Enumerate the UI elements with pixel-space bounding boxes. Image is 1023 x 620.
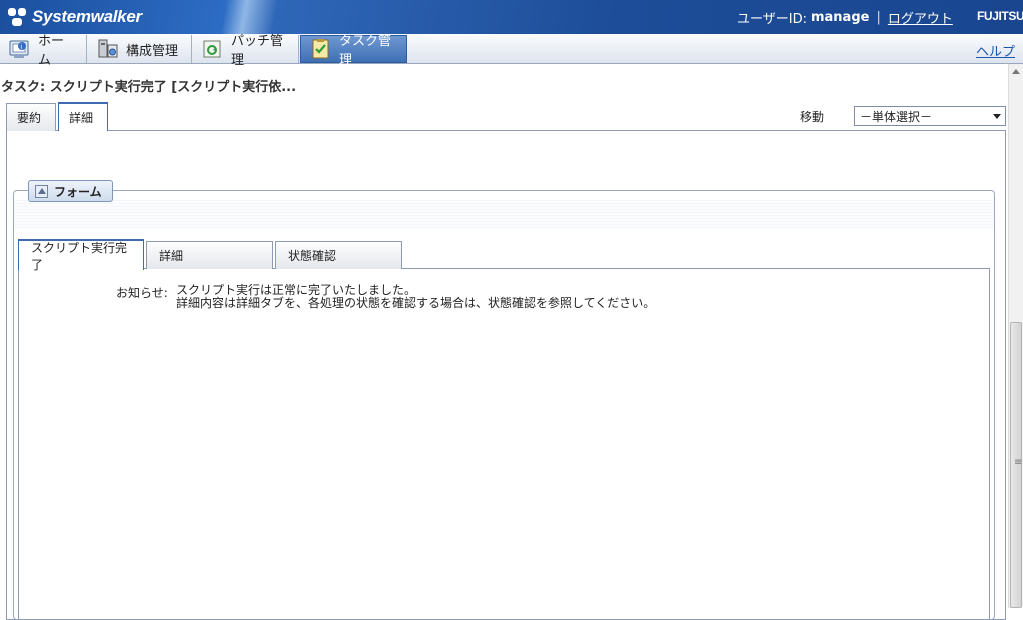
- notice-message: スクリプト実行は正常に完了いたしました。 詳細内容は詳細タブを、各処理の状態を確…: [176, 284, 655, 310]
- tab-script-complete[interactable]: スクリプト実行完了: [18, 239, 144, 272]
- fujitsu-logo: FUJITSU: [977, 9, 1023, 23]
- tab-label: 要約: [17, 111, 42, 125]
- app-header: Systemwalker ユーザーID: manage | ログアウト FUJI…: [0, 0, 1023, 34]
- chevron-down-icon: [993, 114, 1001, 119]
- brand-name: Systemwalker: [32, 7, 142, 26]
- notice-label: お知らせ:: [116, 286, 168, 300]
- nav-item-label: 構成管理: [126, 43, 179, 59]
- brand-logo: Systemwalker: [8, 6, 142, 28]
- tab-form-detail[interactable]: 詳細: [146, 241, 273, 269]
- logout-link[interactable]: ログアウト: [888, 8, 953, 27]
- form-collapse-button[interactable]: フォーム: [28, 180, 113, 202]
- header-separator: |: [876, 10, 881, 25]
- nav-item-label: ホーム: [38, 34, 65, 68]
- tab-label: 詳細: [69, 111, 94, 125]
- user-id-value: manage: [810, 10, 870, 25]
- collapse-up-icon: [35, 184, 48, 198]
- tab-label: 状態確認: [288, 249, 337, 263]
- move-select[interactable]: －単体選択－: [854, 106, 1006, 126]
- home-icon: i: [8, 38, 32, 60]
- notice-line: 詳細内容は詳細タブを、各処理の状態を確認する場合は、状態確認を参照してください。: [176, 296, 656, 310]
- page-title: タスク: スクリプト実行完了 [スクリプト実行依...: [1, 80, 297, 95]
- nav-item-patch[interactable]: パッチ管理: [193, 34, 299, 68]
- nav-item-label: パッチ管理: [231, 34, 284, 68]
- move-label: 移動: [800, 110, 825, 124]
- tab-status-check[interactable]: 状態確認: [275, 241, 402, 269]
- form-legend-label: フォーム: [54, 184, 102, 199]
- main-nav: i ホーム 構成管理 パッチ管理 タスク管理: [0, 34, 1023, 68]
- tab-detail[interactable]: 詳細: [58, 102, 108, 131]
- vertical-scrollbar[interactable]: ≡: [1008, 64, 1023, 608]
- form-group-band: [14, 200, 994, 228]
- nav-item-label: タスク管理: [339, 34, 392, 68]
- svg-text:i: i: [20, 43, 22, 51]
- nav-item-home[interactable]: i ホーム: [0, 34, 87, 68]
- move-select-value: －単体選択－: [860, 109, 933, 124]
- task-icon: [309, 38, 333, 60]
- grip-icon: ≡: [1014, 457, 1023, 468]
- configuration-icon: [96, 38, 120, 60]
- user-id-label: ユーザーID:: [737, 12, 807, 27]
- tab-summary[interactable]: 要約: [6, 103, 56, 131]
- patch-icon: [201, 38, 225, 60]
- tab-label: スクリプト実行完了: [31, 240, 128, 272]
- nav-item-task[interactable]: タスク管理: [300, 34, 407, 68]
- scrollbar-thumb[interactable]: ≡: [1010, 322, 1022, 608]
- form-tab-panel: [18, 268, 990, 620]
- systemwalker-logo-icon: [8, 8, 28, 26]
- tab-label: 詳細: [159, 249, 184, 263]
- user-area: ユーザーID: manage | ログアウト: [737, 8, 953, 27]
- nav-item-configuration[interactable]: 構成管理: [88, 35, 192, 63]
- scroll-up-icon[interactable]: [1009, 64, 1023, 79]
- help-link[interactable]: ヘルプ: [976, 41, 1015, 60]
